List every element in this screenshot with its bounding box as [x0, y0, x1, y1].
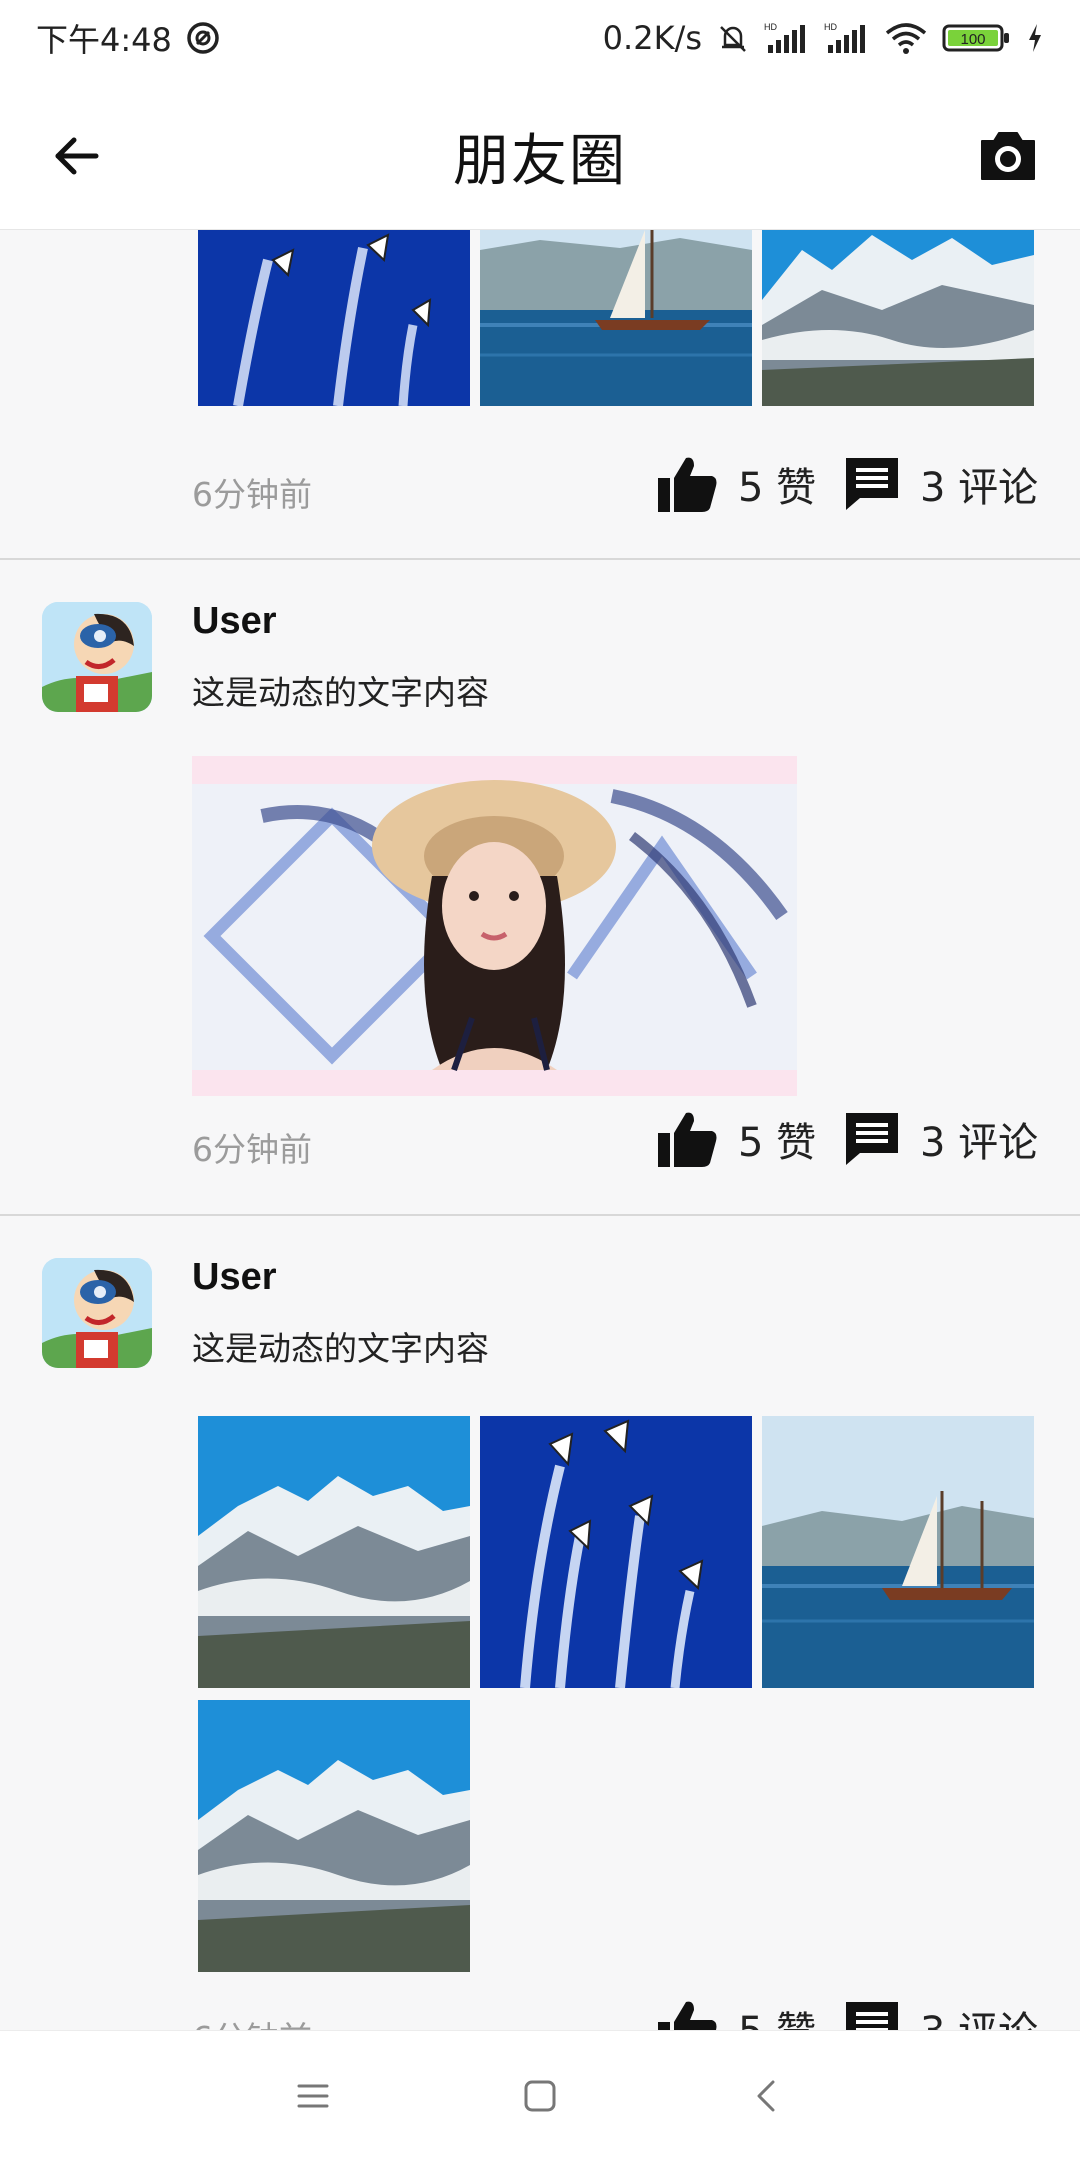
like-count: 5 赞 [738, 1120, 817, 1166]
camera-icon [981, 132, 1035, 180]
nav-back-button[interactable] [727, 2056, 807, 2136]
svg-text:HD: HD [764, 22, 777, 32]
like-button[interactable]: 5 赞 [656, 1998, 816, 2030]
mute-bell-icon [716, 21, 750, 55]
thumb-up-icon [658, 1112, 717, 1167]
thumb-up-icon [658, 2001, 717, 2030]
post-card: 6分钟前 5 赞 3 评论 [0, 230, 1080, 560]
post-image-mountain[interactable] [762, 230, 1034, 406]
camera-button[interactable] [972, 120, 1044, 192]
moments-feed[interactable]: 6分钟前 5 赞 3 评论 User 这是动态的文字内容 6分钟前 5 赞 3 … [0, 230, 1080, 2030]
post-text: 这是动态的文字内容 [192, 1329, 489, 1368]
vpn-icon [186, 21, 220, 55]
post-time: 6分钟前 [192, 2012, 312, 2030]
system-nav-bar [0, 2030, 1080, 2160]
app-bar: 朋友圈 [0, 76, 1080, 230]
like-count: 5 赞 [738, 465, 817, 511]
post-text: 这是动态的文字内容 [192, 673, 489, 712]
post-card: User 这是动态的文字内容 [0, 1216, 1080, 2030]
post-username[interactable]: User [192, 1256, 277, 1299]
page-title: 朋友圈 [453, 129, 627, 194]
wifi-icon [884, 21, 928, 55]
menu-icon [297, 2084, 329, 2107]
battery-level: 100 [960, 31, 985, 48]
post-username[interactable]: User [192, 600, 277, 643]
thumb-up-icon [658, 457, 717, 512]
post-time: 6分钟前 [192, 1130, 312, 1169]
post-card: User 这是动态的文字内容 6分钟前 5 赞 3 评论 [0, 560, 1080, 1216]
comment-icon [846, 1113, 898, 1165]
chevron-left-icon [757, 2080, 775, 2111]
post-time: 6分钟前 [192, 475, 312, 514]
svg-text:HD: HD [824, 22, 837, 32]
battery-icon: 100 [942, 21, 1012, 55]
comment-button[interactable]: 3 评论 [842, 1998, 1038, 2030]
avatar[interactable] [42, 602, 152, 712]
like-button[interactable]: 5 赞 [656, 1109, 816, 1169]
comment-count: 3 评论 [920, 465, 1039, 511]
comment-button[interactable]: 3 评论 [842, 1109, 1038, 1169]
status-right: 0.2K/s HD HD 100 [603, 19, 1044, 57]
comment-count: 3 评论 [920, 1999, 1038, 2030]
post-image-sailboat[interactable] [762, 1416, 1034, 1688]
network-speed: 0.2K/s [602, 19, 702, 57]
comment-icon [846, 2002, 898, 2030]
square-icon [524, 2080, 556, 2111]
post-image-planes[interactable] [480, 1416, 752, 1688]
status-time: 下午4:48 [36, 21, 172, 59]
comment-icon [846, 458, 898, 510]
post-image-planes[interactable] [198, 230, 470, 406]
nav-menu-button[interactable] [273, 2056, 353, 2136]
post-image-mountain[interactable] [198, 1700, 470, 1972]
charging-icon [1026, 21, 1044, 55]
comment-count: 3 评论 [920, 1120, 1039, 1166]
status-bar: 下午4:48 0.2K/s HD HD 100 [0, 0, 1080, 76]
like-count: 5 赞 [738, 1999, 816, 2030]
like-button[interactable]: 5 赞 [656, 454, 816, 514]
comment-button[interactable]: 3 评论 [842, 454, 1038, 514]
signal-icon-2: HD [824, 21, 870, 55]
post-image-mountain[interactable] [198, 1416, 470, 1688]
post-image-sailboat[interactable] [480, 230, 752, 406]
nav-home-button[interactable] [500, 2056, 580, 2136]
status-left: 下午4:48 [36, 15, 220, 61]
post-image-portrait[interactable] [192, 756, 797, 1096]
avatar[interactable] [42, 1258, 152, 1368]
signal-icon: HD [764, 21, 810, 55]
